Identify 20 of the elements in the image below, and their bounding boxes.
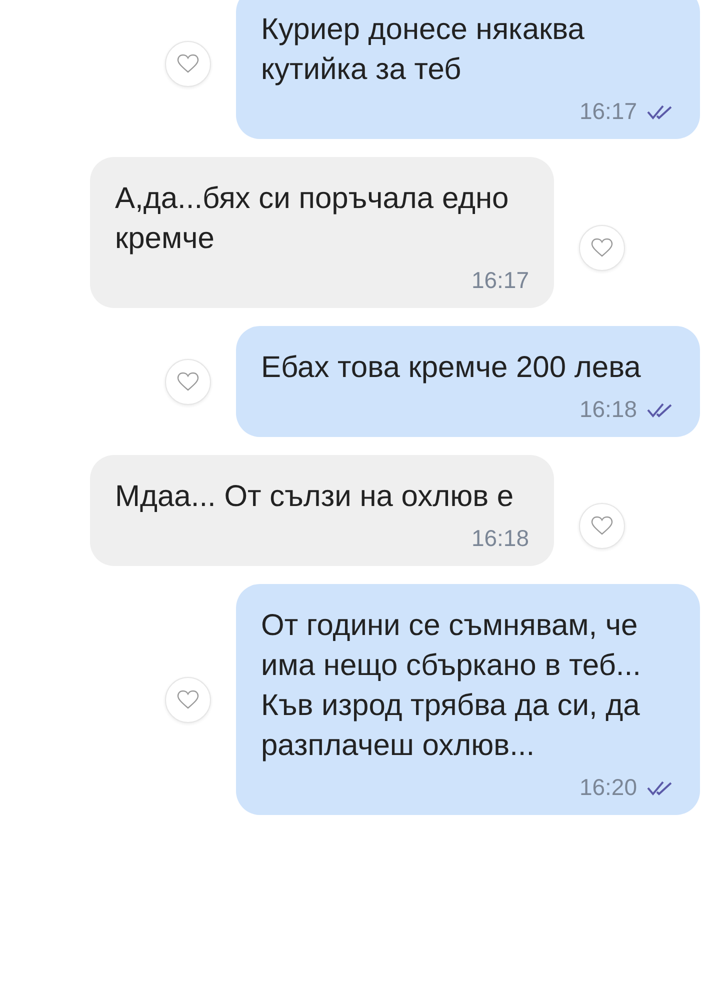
heart-icon — [177, 372, 199, 392]
message-text: Мдаа... От сълзи на охлюв е — [115, 479, 515, 515]
heart-icon — [591, 238, 613, 258]
like-button[interactable] — [579, 502, 625, 548]
message-time: 16:17 — [579, 98, 637, 125]
heart-icon — [177, 690, 199, 710]
message-text: Куриер донесе някаква кутийка за теб — [261, 12, 586, 88]
message-text: А,да...бях си поръчала едно кремче — [115, 181, 510, 257]
message-time: 16:18 — [471, 525, 529, 552]
message-time: 16:18 — [579, 396, 637, 423]
message-time: 16:20 — [579, 774, 637, 801]
like-button[interactable] — [579, 224, 625, 270]
like-button[interactable] — [165, 676, 211, 722]
message-text: От години се съмнявам, че има нещо сбъркано в теб... Къв изрод трябва да си, да разплачеш охлюв... — [261, 608, 642, 764]
message-time: 16:17 — [471, 267, 529, 294]
message-text: Ебах това кремче 200 лева — [261, 350, 642, 386]
heart-icon — [177, 54, 199, 74]
like-button[interactable] — [165, 358, 211, 404]
heart-icon — [591, 516, 613, 536]
like-button[interactable] — [165, 40, 211, 86]
